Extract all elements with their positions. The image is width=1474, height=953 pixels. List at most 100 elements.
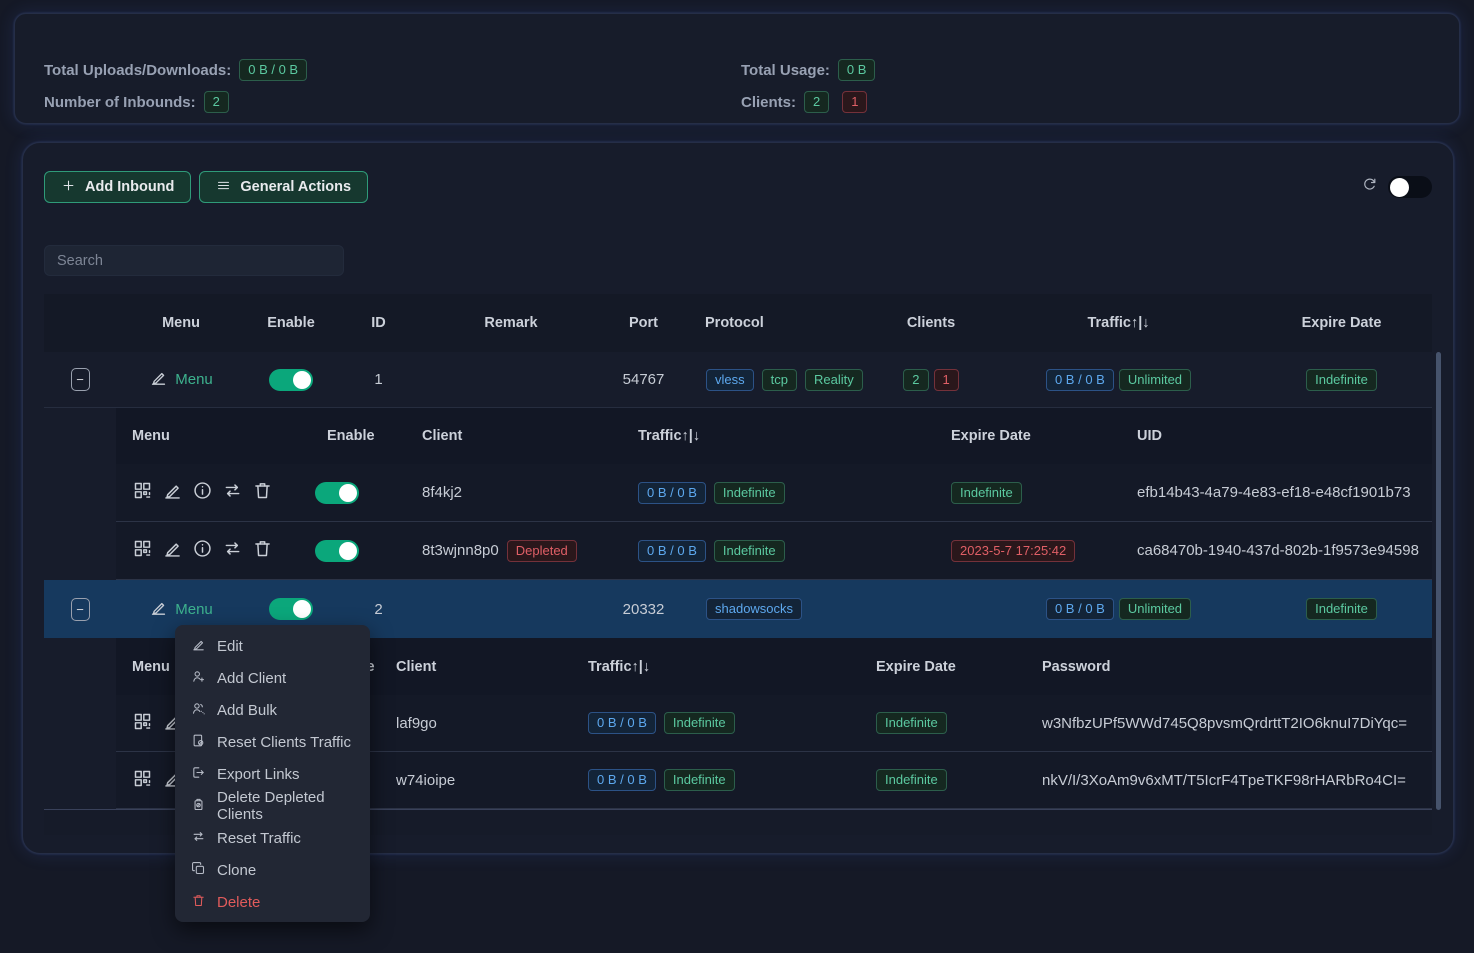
menu-item-label: Delete [217,894,260,911]
dark-mode-toggle[interactable] [1388,176,1432,198]
header-client: Client [406,428,621,444]
menu-item-label: Add Bulk [217,702,277,719]
traffic-limit-badge: Indefinite [664,712,735,734]
menu-item-label: Reset Traffic [217,830,301,847]
header-password: Password [1026,659,1432,675]
client-enable-toggle[interactable] [315,540,359,562]
stat-total-usage: Total Usage: 0 B [741,59,875,81]
edit-pencil-icon [191,637,206,656]
menu-item-label: Edit [217,638,243,655]
traffic-badge: 0 B / 0 B [1046,598,1114,620]
client-expire: Indefinite [936,482,1121,504]
client-enable-toggle[interactable] [315,482,359,504]
client-name: 8f4kj2 [406,484,621,501]
inbound-enable-toggle[interactable] [269,369,313,391]
traffic-badge: 0 B / 0 B [638,482,706,504]
delete-depleted-clients-icon [191,797,206,816]
client-traffic: 0 B / 0 B Indefinite [621,482,936,504]
plus-icon [61,178,76,197]
menu-item-delete-depleted-clients[interactable]: Delete Depleted Clients [175,790,370,822]
edit-pencil-icon [149,598,168,621]
reset-clients-traffic-icon [191,733,206,752]
inbound-expire: Indefinite [1251,598,1432,620]
qr-code-icon[interactable] [132,538,153,563]
qr-code-icon[interactable] [132,711,153,736]
header-expire-date: Expire Date [1251,315,1432,331]
header-port: Port [601,315,686,331]
search-input[interactable] [44,245,344,276]
inbound-traffic: 0 B / 0 B Unlimited [986,598,1251,620]
client-expire: Indefinite [861,769,1026,791]
edit-pencil-icon[interactable] [162,538,183,563]
expire-badge: Indefinite [876,712,947,734]
menu-item-clone[interactable]: Clone [175,854,370,886]
inbound-protocol-tags: shadowsocks [686,598,876,620]
traffic-limit-badge: Indefinite [664,769,735,791]
traffic-badge: 0 B / 0 B [1046,369,1114,391]
refresh-icon[interactable] [1361,176,1378,198]
table-scrollbar-thumb[interactable] [1436,352,1441,810]
menu-item-edit[interactable]: Edit [175,630,370,662]
menu-item-label: Clone [217,862,256,879]
inbound-enable-toggle[interactable] [269,598,313,620]
traffic-limit-badge: Unlimited [1119,598,1191,620]
qr-code-icon[interactable] [132,768,153,793]
expire-badge: Indefinite [951,482,1022,504]
inbound-id: 1 [336,371,421,388]
inbounds-page: Total Uploads/Downloads: 0 B / 0 B Numbe… [0,0,1474,953]
menu-lines-icon [216,178,231,197]
header-uid: UID [1121,428,1432,444]
header-traffic-sort[interactable]: Traffic↑|↓ [621,428,936,444]
traffic-badge: 0 B / 0 B [588,712,656,734]
trash-icon[interactable] [252,480,273,505]
client-name-cell: 8t3wjnn8p0 Depleted [406,540,621,562]
menu-item-add-client[interactable]: Add Client [175,662,370,694]
clients-active-badge: 2 [903,369,928,391]
clients-header-row: Menu Enable Client Traffic↑|↓ Expire Dat… [116,408,1432,464]
protocol-tag: Reality [805,369,863,391]
client-actions [116,538,311,563]
stat-inbounds-label: Number of Inbounds: [44,94,196,111]
client-uid: ca68470b-1940-437d-802b-1f9573e94598 [1121,542,1432,559]
reset-traffic-icon[interactable] [222,480,243,505]
reset-traffic-icon[interactable] [222,538,243,563]
qr-code-icon[interactable] [132,480,153,505]
traffic-badge: 0 B / 0 B [638,540,706,562]
header-enable: Enable [311,428,406,444]
inbound-context-menu: Edit Add Client Add Bulk Reset Clients T… [175,625,370,922]
info-icon[interactable] [192,538,213,563]
traffic-badge: 0 B / 0 B [588,769,656,791]
general-actions-label: General Actions [240,179,351,195]
menu-item-export-links[interactable]: Export Links [175,758,370,790]
inbound-row-1[interactable]: − Menu 1 54767 vless tcp Reality 2 1 [44,352,1432,408]
general-actions-button[interactable]: General Actions [199,171,368,203]
stat-total-uploads: Total Uploads/Downloads: 0 B / 0 B [44,59,307,81]
stat-clients-label: Clients: [741,94,796,111]
menu-item-delete[interactable]: Delete [175,886,370,918]
add-bulk-icon [191,701,206,720]
inbound-menu-button[interactable]: Menu [149,598,213,621]
menu-item-reset-traffic[interactable]: Reset Traffic [175,822,370,854]
add-inbound-button[interactable]: Add Inbound [44,171,191,203]
trash-icon[interactable] [252,538,273,563]
menu-item-label: Add Client [217,670,286,687]
protocol-tag: vless [706,369,754,391]
inbound-menu-button[interactable]: Menu [149,368,213,391]
header-traffic-sort[interactable]: Traffic↑|↓ [986,315,1251,331]
header-menu: Menu [116,428,311,444]
client-expire: 2023-5-7 17:25:42 [936,540,1121,562]
expire-badge: Indefinite [1306,598,1377,620]
edit-pencil-icon[interactable] [162,480,183,505]
inbound-port: 54767 [601,371,686,388]
collapse-row-button[interactable]: − [71,598,90,621]
header-traffic-sort[interactable]: Traffic↑|↓ [571,659,861,675]
header-expire-date: Expire Date [861,659,1026,675]
menu-item-add-bulk[interactable]: Add Bulk [175,694,370,726]
header-id: ID [336,315,421,331]
expire-badge: Indefinite [876,769,947,791]
collapse-row-button[interactable]: − [71,368,90,391]
add-client-icon [191,669,206,688]
info-icon[interactable] [192,480,213,505]
client-password: nkV/I/3XoAm9v6xMT/T5IcrF4TpeTKF98rHARbRo… [1026,772,1432,789]
menu-item-reset-clients-traffic[interactable]: Reset Clients Traffic [175,726,370,758]
